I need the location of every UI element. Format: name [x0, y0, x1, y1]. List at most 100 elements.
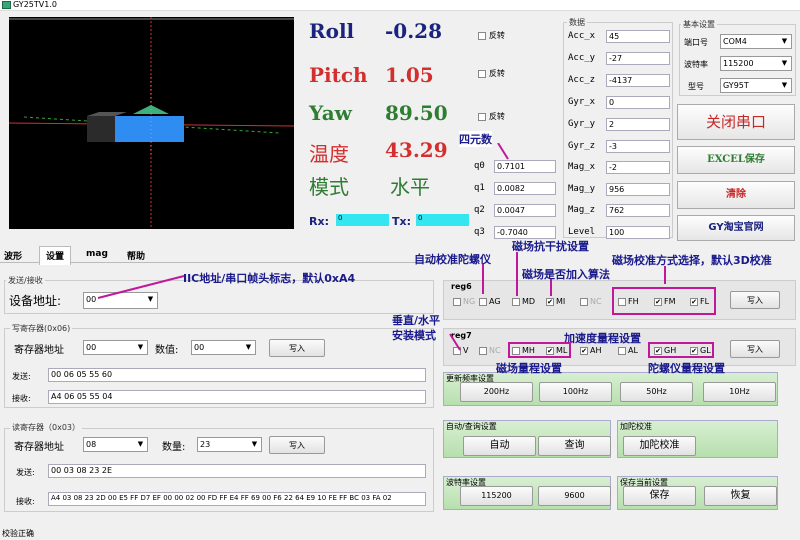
- temperature-label: 温度: [309, 142, 349, 166]
- yaw-label: Yaw: [309, 101, 352, 125]
- sensor-mag-y-field[interactable]: 956: [606, 183, 670, 196]
- reg6-ag-checkbox[interactable]: AG: [479, 297, 501, 307]
- auto-button[interactable]: 自动: [463, 436, 536, 456]
- chevron-down-icon[interactable]: ▼: [135, 342, 146, 353]
- baud-select[interactable]: 115200 ▼: [720, 56, 792, 71]
- send-receive-title: 发送/接收: [6, 275, 45, 286]
- mag-cal-annotation: 磁场校准方式选择，默认3D校准: [612, 254, 772, 267]
- chevron-down-icon[interactable]: ▼: [243, 342, 254, 353]
- chevron-down-icon[interactable]: ▼: [779, 36, 790, 47]
- read-count-select[interactable]: 23 ▼: [197, 437, 262, 452]
- restore-button[interactable]: 恢复: [704, 486, 777, 506]
- write-send-label: 发送:: [12, 372, 31, 381]
- sensor-gyr-z-field[interactable]: -3: [606, 140, 670, 153]
- reg6-write-button[interactable]: 写入: [730, 291, 780, 309]
- write-register-button[interactable]: 写入: [269, 339, 325, 357]
- sensor-gyr-y-field[interactable]: 2: [606, 118, 670, 131]
- write-value-select[interactable]: 00 ▼: [191, 340, 256, 355]
- mag-anti-arrow: [516, 252, 518, 296]
- yaw-invert-checkbox[interactable]: 反转: [478, 111, 505, 122]
- read-send-field[interactable]: 00 03 08 23 2E: [48, 464, 426, 478]
- roll-invert-checkbox[interactable]: 反转: [478, 30, 505, 41]
- read-register-write-button[interactable]: 写入: [269, 436, 325, 454]
- clear-button[interactable]: 清除: [677, 181, 795, 209]
- checkbox-box[interactable]: [478, 69, 486, 78]
- taobao-shop-button[interactable]: GY淘宝官网: [677, 215, 795, 241]
- sensor-gyr-x-field[interactable]: 0: [606, 96, 670, 109]
- q1-field[interactable]: 0.0082: [494, 182, 556, 195]
- sensor-mag-z-field[interactable]: 762: [606, 204, 670, 217]
- baud-115200-button[interactable]: 115200: [460, 486, 533, 506]
- sensor-acc-y-field[interactable]: -27: [606, 52, 670, 65]
- reg7-ah-checkbox[interactable]: AH: [580, 346, 602, 356]
- write-register-addr-label: 寄存器地址: [14, 345, 64, 356]
- chevron-down-icon[interactable]: ▼: [249, 439, 260, 450]
- save-button[interactable]: 保存: [623, 486, 696, 506]
- pitch-invert-label: 反转: [488, 69, 505, 78]
- sensor-acc-z-field[interactable]: -4137: [606, 74, 670, 87]
- reg6-md-checkbox[interactable]: MD: [512, 297, 535, 307]
- sensor-mag-x-field[interactable]: -2: [606, 161, 670, 174]
- calibrate-button[interactable]: 加陀校准: [623, 436, 696, 456]
- tab-mag[interactable]: mag: [86, 249, 108, 259]
- mode-value: 水平: [390, 175, 430, 199]
- close-port-button[interactable]: 关闭串口: [677, 104, 795, 140]
- auto-query-title: 自动/查询设置: [446, 422, 497, 431]
- tab-settings[interactable]: 设置: [39, 246, 72, 265]
- rate-100hz-button[interactable]: 100Hz: [539, 382, 612, 402]
- title-bar: GY25TV1.0: [0, 0, 800, 11]
- reg7-al-checkbox[interactable]: AL: [618, 346, 638, 356]
- checkbox-box[interactable]: [478, 112, 486, 121]
- read-register-addr-select[interactable]: 08 ▼: [83, 437, 148, 452]
- sensor-acc-x-field[interactable]: 45: [606, 30, 670, 43]
- read-register-addr-label: 寄存器地址: [14, 442, 64, 453]
- q0-field[interactable]: 0.7101: [494, 160, 556, 173]
- rate-200hz-button[interactable]: 200Hz: [460, 382, 533, 402]
- read-receive-field[interactable]: A4 03 08 23 2D 00 E5 FF D7 EF 00 00 02 0…: [48, 492, 426, 506]
- write-receive-field[interactable]: A4 06 05 55 04: [48, 390, 426, 404]
- reg6-mi-checkbox[interactable]: MI: [546, 297, 565, 307]
- chevron-down-icon[interactable]: ▼: [779, 80, 790, 91]
- checkbox-box[interactable]: [546, 297, 554, 306]
- rate-10hz-button[interactable]: 10Hz: [703, 382, 776, 402]
- rx-label: Rx:: [309, 215, 329, 228]
- tx-counter: 0: [416, 214, 469, 226]
- checkbox-box[interactable]: [618, 346, 626, 355]
- sensor-mag-z-label: Mag_z: [568, 205, 596, 215]
- port-value: COM4: [723, 37, 747, 46]
- q1-label: q1: [474, 183, 485, 193]
- mag-cal-highlight: [612, 287, 716, 315]
- rate-50hz-button[interactable]: 50Hz: [620, 382, 693, 402]
- iic-annotation: IIC地址/串口帧头标志，默认0xA4: [183, 272, 356, 285]
- pitch-invert-checkbox[interactable]: 反转: [478, 68, 505, 79]
- excel-save-button[interactable]: EXCEL保存: [677, 146, 795, 174]
- checkbox-box[interactable]: [580, 346, 588, 355]
- mag-algo-arrow: [550, 279, 552, 296]
- baud-label: 波特率: [684, 60, 708, 69]
- tab-help[interactable]: 帮助: [127, 249, 145, 262]
- chevron-down-icon[interactable]: ▼: [779, 58, 790, 69]
- sensor-level-label: Level: [568, 227, 596, 237]
- q2-field[interactable]: 0.0047: [494, 204, 556, 217]
- write-send-field[interactable]: 00 06 05 55 60: [48, 368, 426, 382]
- model-select[interactable]: GY95T ▼: [720, 78, 792, 93]
- checkbox-box[interactable]: [479, 297, 487, 306]
- query-button[interactable]: 查询: [538, 436, 611, 456]
- tx-label: Tx:: [392, 215, 411, 228]
- model-label: 型号: [688, 82, 704, 91]
- reg6-ng-checkbox: NG: [453, 297, 475, 307]
- sensor-level-field[interactable]: 100: [606, 226, 670, 239]
- reg6-ng-label: NG: [463, 297, 476, 306]
- baud-9600-button[interactable]: 9600: [538, 486, 611, 506]
- sensor-mag-y-label: Mag_y: [568, 184, 596, 194]
- chevron-down-icon[interactable]: ▼: [135, 439, 146, 450]
- sensor-gyr-z-label: Gyr_z: [568, 141, 596, 151]
- tab-waveform[interactable]: 波形: [4, 249, 22, 262]
- reg7-write-button[interactable]: 写入: [730, 340, 780, 358]
- checkbox-box[interactable]: [478, 31, 486, 40]
- roll-value: -0.28: [385, 19, 443, 43]
- write-register-addr-select[interactable]: 00 ▼: [83, 340, 148, 355]
- reg6-ag-label: AG: [489, 297, 501, 306]
- checkbox-box[interactable]: [512, 297, 520, 306]
- port-select[interactable]: COM4 ▼: [720, 34, 792, 49]
